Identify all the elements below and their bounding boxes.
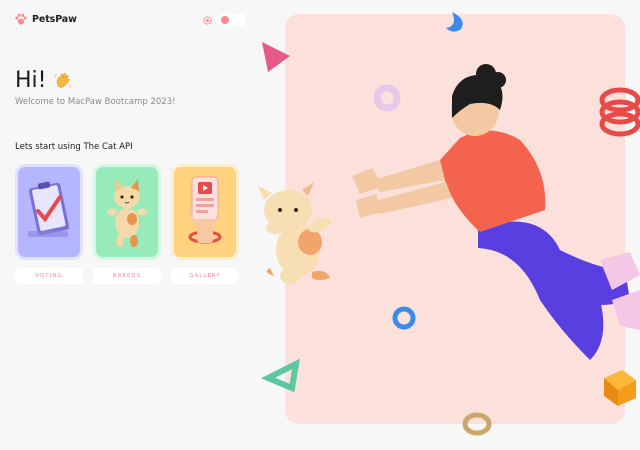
logo[interactable]: PetsPaw (14, 12, 77, 26)
logo-text: PetsPaw (32, 13, 77, 25)
card-voting[interactable]: VOTING (15, 164, 83, 284)
welcome-text: Welcome to MacPaw Bootcamp 2023! (15, 97, 176, 107)
breeds-tile[interactable] (93, 164, 161, 260)
waving-hand-icon (54, 72, 73, 88)
triangle-shape (262, 42, 290, 72)
eye-icon (203, 15, 212, 25)
nav-cards: VOTING BREEDS GALLERY (15, 164, 239, 284)
voting-label[interactable]: VOTING (15, 268, 83, 284)
phone-gallery-icon (188, 176, 222, 244)
greeting: Hi! (15, 68, 74, 93)
clipboard-vote-icon (28, 181, 70, 237)
paw-icon (15, 13, 27, 25)
card-breeds[interactable]: BREEDS (93, 164, 161, 284)
breeds-label[interactable]: BREEDS (93, 268, 161, 284)
gold-ring-shape (462, 412, 492, 436)
voting-tile[interactable] (15, 164, 83, 260)
theme-switch-knob (221, 16, 229, 24)
blue-ring-shape (392, 306, 416, 330)
gallery-tile[interactable] (171, 164, 239, 260)
green-triangle-shape (260, 358, 300, 393)
gallery-label[interactable]: GALLERY (171, 268, 239, 284)
cube-shape (604, 370, 636, 406)
cat-figure (258, 182, 332, 284)
torus-shape (373, 84, 401, 112)
start-text: Lets start using The Cat API (15, 142, 133, 152)
crescent-shape (446, 12, 463, 32)
spring-shape (599, 87, 640, 137)
page-title: Hi! (15, 68, 47, 93)
hero-illustration (258, 12, 640, 436)
cat-breeds-icon (107, 179, 147, 247)
card-gallery[interactable]: GALLERY (171, 164, 239, 284)
